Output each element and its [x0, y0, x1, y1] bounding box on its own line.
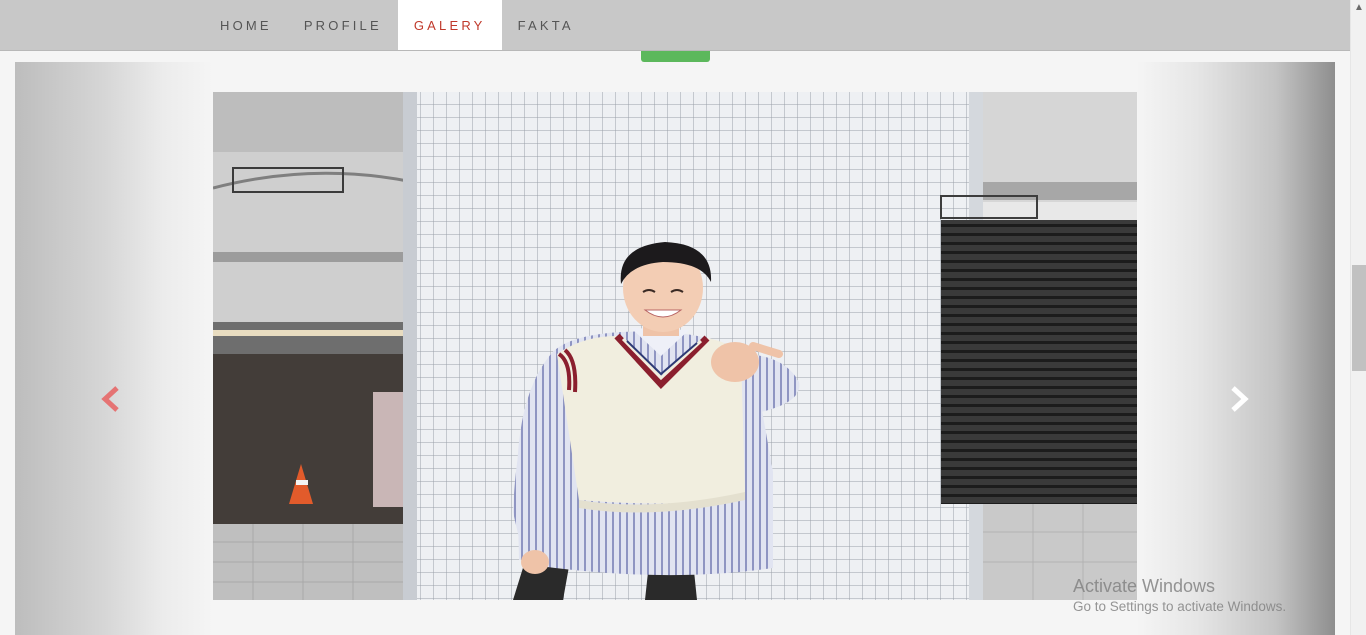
carousel-right-shade — [1137, 62, 1335, 635]
nav-menu: HOME PROFILE GALERY FAKTA — [204, 0, 590, 50]
vertical-scrollbar[interactable]: ▲ — [1350, 0, 1366, 635]
top-navbar: HOME PROFILE GALERY FAKTA — [0, 0, 1350, 51]
gallery-photo-illustration — [213, 92, 1137, 600]
chevron-right-icon — [1231, 386, 1249, 412]
image-carousel — [15, 62, 1335, 635]
carousel-left-shade — [15, 62, 213, 635]
carousel-prev-button[interactable] — [97, 384, 127, 414]
nav-profile[interactable]: PROFILE — [288, 0, 398, 50]
scrollbar-thumb[interactable] — [1352, 265, 1366, 371]
nav-home[interactable]: HOME — [204, 0, 288, 50]
green-button-edge[interactable] — [641, 51, 710, 62]
nav-fakta[interactable]: FAKTA — [502, 0, 590, 50]
carousel-photo — [213, 92, 1137, 600]
chevron-left-icon — [101, 386, 119, 412]
nav-galery[interactable]: GALERY — [397, 0, 502, 50]
scroll-up-icon[interactable]: ▲ — [1351, 0, 1366, 16]
carousel-next-button[interactable] — [1223, 384, 1253, 414]
